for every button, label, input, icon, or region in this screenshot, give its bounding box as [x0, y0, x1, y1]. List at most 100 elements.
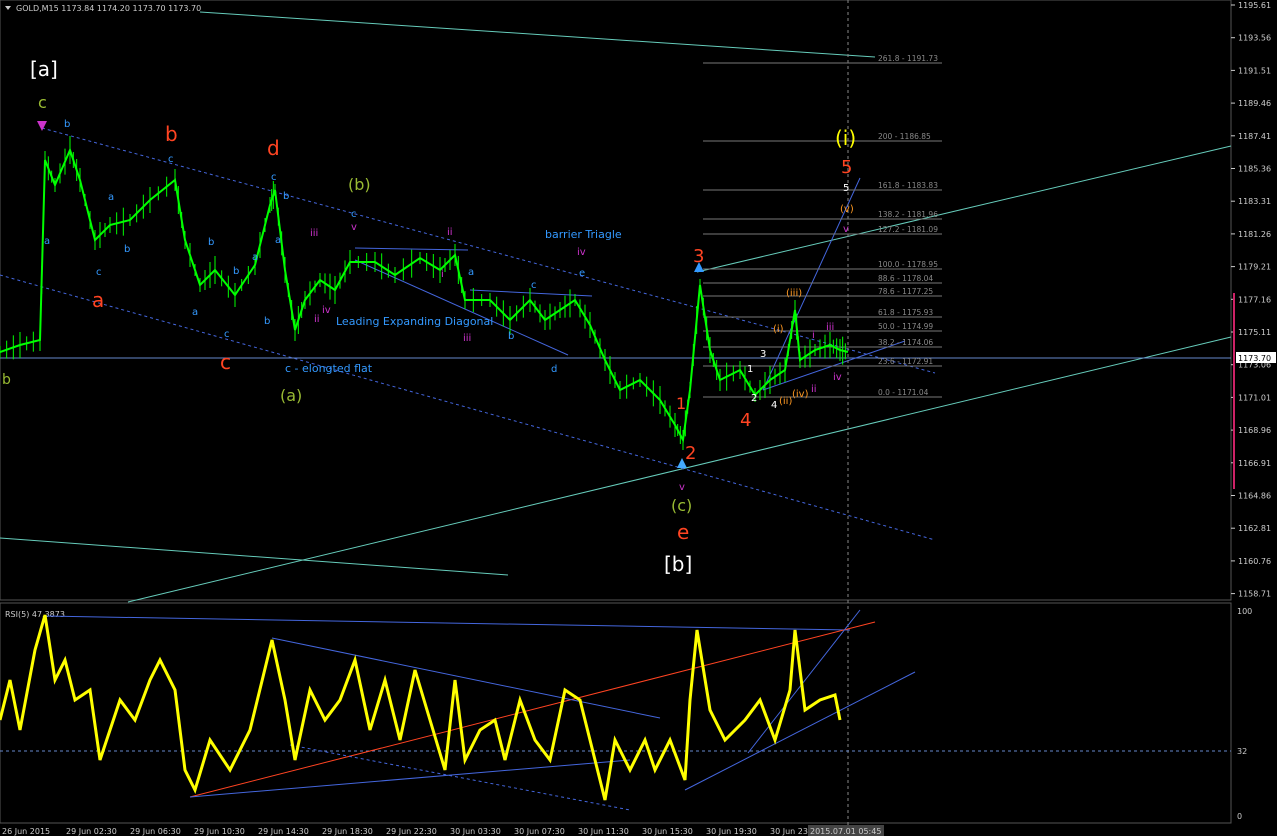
elongated-flat-label: c - elongted flat — [285, 362, 373, 375]
wave-b-left: b — [2, 372, 11, 388]
sub-wave-label: c — [531, 280, 537, 291]
price-tick-label: 1177.16 — [1238, 295, 1271, 304]
time-tick-label: 30 Jun 11:30 — [578, 827, 629, 836]
barrier-triangle-label: barrier Triagle — [545, 228, 622, 241]
sub-wave-label: v — [351, 222, 357, 233]
wave-i-paren: (i) — [835, 126, 856, 150]
rsi-line — [0, 614, 842, 801]
sub-wave-label: b — [233, 266, 239, 277]
price-tick-label: 1166.91 — [1238, 459, 1271, 468]
fib-label: 78.6 - 1177.25 — [878, 287, 933, 296]
sub-wave-label: d — [551, 364, 557, 375]
wave-b-red: b — [165, 122, 178, 146]
wave-d-red: d — [267, 136, 280, 160]
price-tick-label: 1158.71 — [1238, 590, 1271, 599]
price-tick-label: 1185.36 — [1238, 165, 1271, 174]
time-tick-label: 29 Jun 02:30 — [66, 827, 117, 836]
time-tick-label: 29 Jun 14:30 — [258, 827, 309, 836]
price-tick-label: 1181.26 — [1238, 230, 1271, 239]
price-tick-label: 1171.01 — [1238, 393, 1271, 402]
time-tick-label: 29 Jun 22:30 — [386, 827, 437, 836]
time-tick-label: 26 Jun 2015 — [2, 827, 50, 836]
sub-wave-label: c — [351, 209, 357, 220]
sub-wave-label: 1 — [747, 364, 753, 375]
price-tick-label: 1175.11 — [1238, 328, 1271, 337]
time-tick-label: 29 Jun 06:30 — [130, 827, 181, 836]
price-tick-label: 1179.21 — [1238, 263, 1271, 272]
leading-diagonal-label: Leading Expanding Diagonal — [336, 315, 493, 328]
wave-3-label: 3 — [693, 246, 704, 267]
price-tick-label: 1168.96 — [1238, 426, 1271, 435]
time-axis: 26 Jun 2015 29 Jun 02:30 29 Jun 06:30 29 Ju… — [2, 827, 821, 836]
trend-lines — [0, 0, 1232, 836]
wave-a-red: a — [92, 288, 104, 312]
fib-label: 50.0 - 1174.99 — [878, 322, 933, 331]
sub-wave-label: 5 — [843, 183, 849, 194]
wave-c-red: c — [220, 350, 231, 374]
wave-5-label: 5 — [841, 157, 852, 178]
fibonacci-levels: 261.8 - 1191.73 200 - 1186.85 161.8 - 1183… — [703, 54, 942, 398]
fib-label: 200 - 1186.85 — [878, 132, 931, 141]
sub-wave-label: b — [264, 316, 270, 327]
sub-wave-label: (ii) — [779, 396, 792, 407]
sub-wave-label: 4 — [771, 400, 777, 411]
sub-wave-label: a — [44, 236, 50, 247]
sub-wave-label: (v) — [840, 204, 854, 215]
fib-label: 88.6 - 1178.04 — [878, 274, 933, 283]
svg-text:0: 0 — [1237, 812, 1242, 821]
price-tick-label: 1160.76 — [1238, 557, 1271, 566]
wave-1-label: 1 — [676, 394, 686, 413]
wave-e-red: e — [677, 520, 689, 544]
price-tick-label: 1164.86 — [1238, 492, 1271, 501]
sub-wave-label: b — [208, 237, 214, 248]
time-tick-label: 30 Jun 07:30 — [514, 827, 565, 836]
sub-wave-label: b — [283, 191, 289, 202]
sub-wave-label: i — [441, 269, 444, 280]
price-tick-label: 1162.81 — [1238, 524, 1271, 533]
price-bars — [0, 136, 849, 450]
sub-wave-label: a — [468, 267, 474, 278]
sub-wave-labels: b a c b a b c b a c a c b b a iii iv ii … — [44, 119, 854, 493]
price-tick-label: 1191.51 — [1238, 66, 1271, 75]
main-chart-frame — [0, 0, 1232, 601]
fib-label: 23.6 - 1172.91 — [878, 357, 933, 366]
sub-wave-label: a — [192, 307, 198, 318]
sub-wave-label: a — [252, 252, 258, 263]
sub-wave-label: b — [508, 331, 514, 342]
wave-4-label: 4 — [740, 410, 751, 431]
sub-wave-label: v — [679, 482, 685, 493]
current-price-label: 1173.70 — [1238, 354, 1271, 363]
fib-label: 100.0 - 1178.95 — [878, 260, 938, 269]
sub-wave-label: c — [168, 154, 174, 165]
sub-wave-label: c — [96, 267, 102, 278]
svg-text:100: 100 — [1237, 607, 1252, 616]
wave-a-paren: (a) — [280, 386, 302, 405]
sub-wave-label: c — [224, 329, 230, 340]
chart-menu-icon[interactable] — [5, 6, 11, 10]
time-tick-label: 30 Jun 15:30 — [642, 827, 693, 836]
price-tick-label: 1195.61 — [1238, 1, 1271, 10]
sub-wave-label: e — [579, 268, 585, 279]
axis-highlight — [1233, 293, 1235, 489]
sub-wave-label: b — [64, 119, 70, 130]
price-tick-label: 1193.56 — [1238, 34, 1271, 43]
sub-wave-label: 2 — [751, 393, 757, 404]
wave-b-bracket: [b] — [664, 552, 692, 576]
price-tick-label: 1187.41 — [1238, 132, 1271, 141]
sub-wave-label: iii — [826, 322, 834, 333]
fib-label: 38.2 - 1174.06 — [878, 338, 933, 347]
wave-c-green: c — [38, 93, 47, 112]
price-tick-label: 1189.46 — [1238, 99, 1271, 108]
sub-wave-label: b — [124, 244, 130, 255]
time-tick-label: 30 Jun 19:30 — [706, 827, 757, 836]
fib-label: 138.2 - 1181.96 — [878, 210, 938, 219]
down-arrow-icon — [37, 121, 47, 131]
rsi-axis: 100 32 0 — [1237, 607, 1252, 821]
sub-wave-label: a — [108, 192, 114, 203]
svg-text:32: 32 — [1237, 747, 1247, 756]
sub-wave-label: iv — [577, 247, 586, 258]
fib-label: 261.8 - 1191.73 — [878, 54, 938, 63]
fib-label: 0.0 - 1171.04 — [878, 388, 929, 397]
cursor-time-label: 2015.07.01 05:45 — [810, 827, 881, 836]
chart-window: GOLD,M15 1173.84 1174.20 1173.70 1173.70… — [0, 0, 1276, 836]
